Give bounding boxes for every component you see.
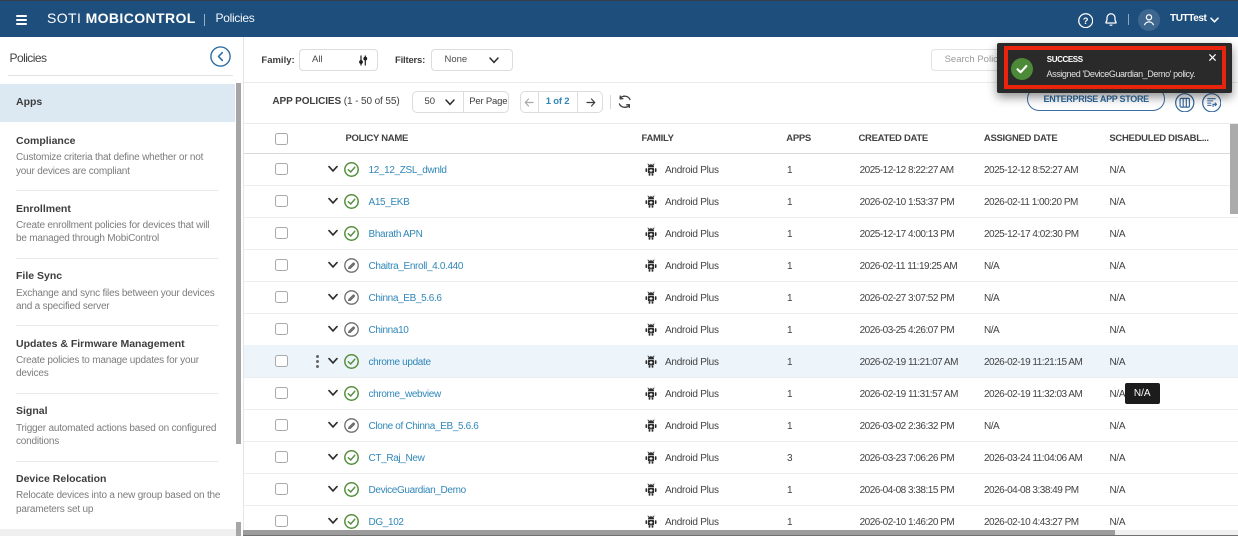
svg-text:?: ? (1083, 16, 1089, 26)
